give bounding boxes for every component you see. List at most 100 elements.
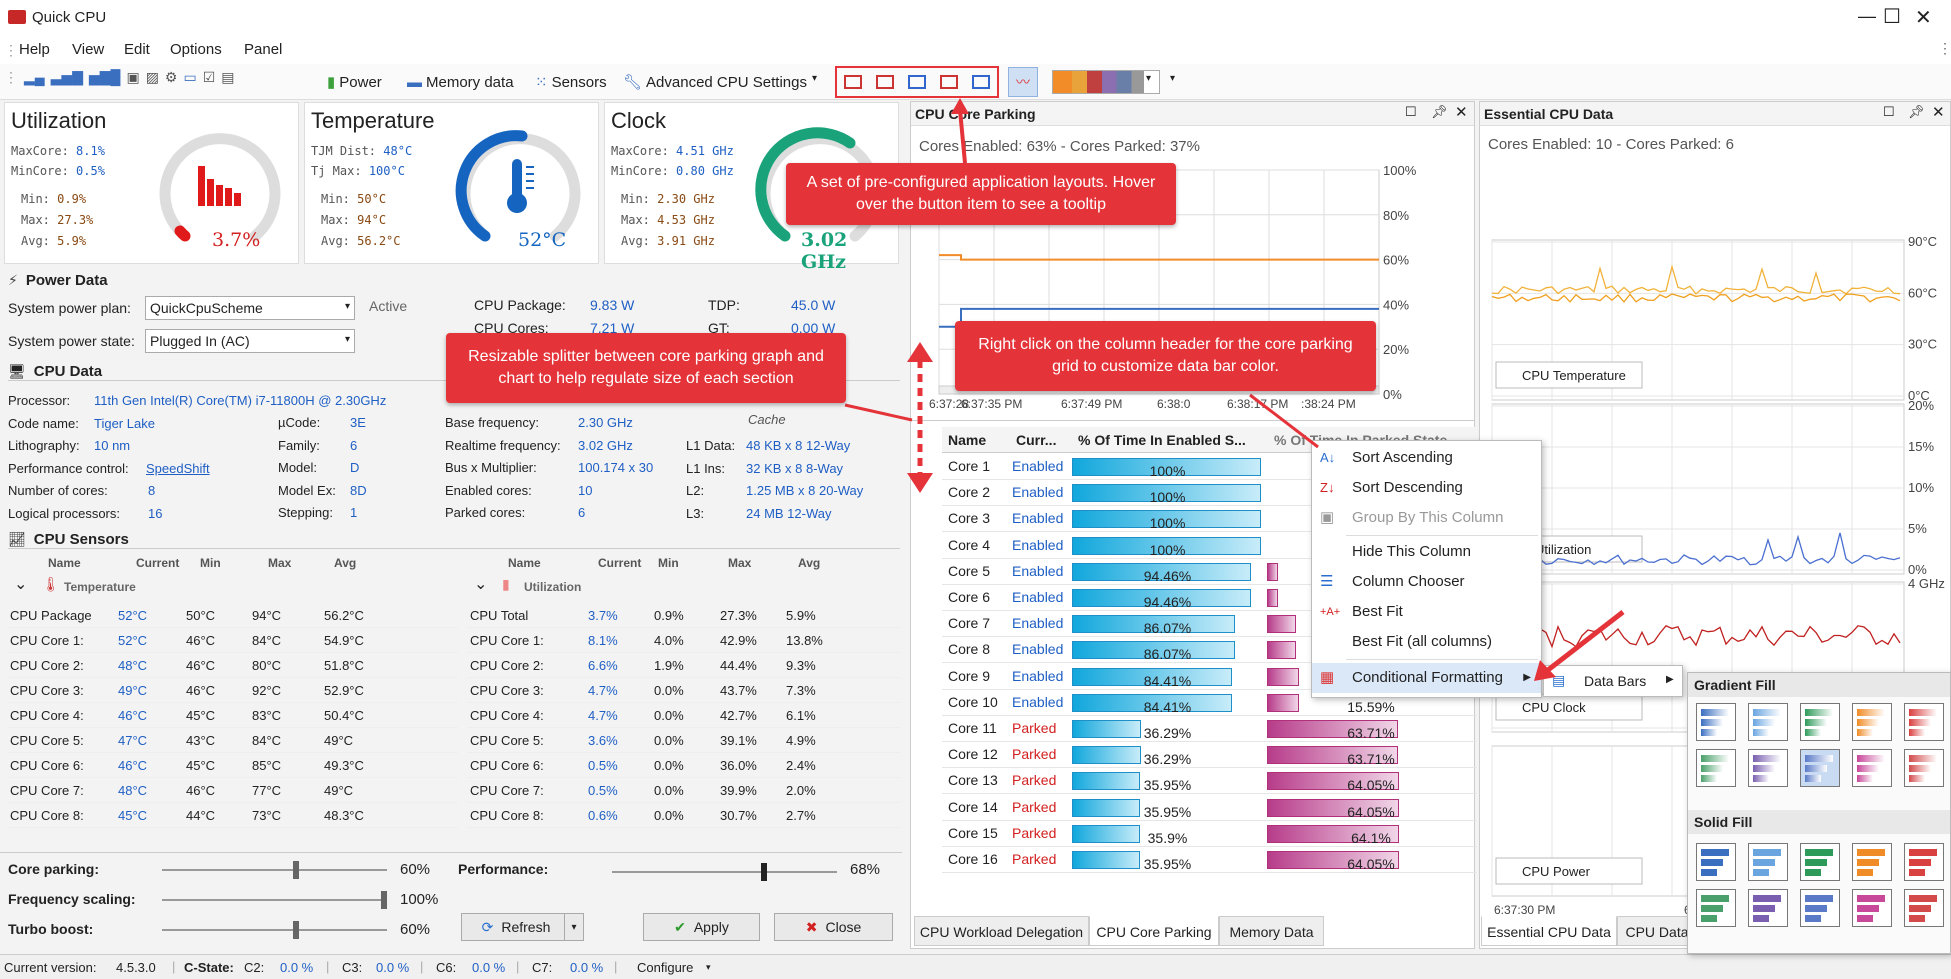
menu-edit[interactable]: Edit xyxy=(124,41,150,58)
tune-icon[interactable]: ⚙ xyxy=(165,69,178,86)
gradient-bar-swatch[interactable] xyxy=(1748,703,1788,741)
layout-1-icon[interactable] xyxy=(844,75,862,89)
slider-thumb[interactable] xyxy=(381,891,387,909)
gradient-bar-swatch[interactable] xyxy=(1696,703,1736,741)
refresh-dropdown[interactable]: ▾ xyxy=(564,913,584,941)
color-theme-picker[interactable] xyxy=(1052,70,1160,94)
sensor-col-header[interactable]: Current xyxy=(598,556,641,570)
maximize-pane-icon[interactable]: ☐ xyxy=(1405,104,1417,120)
gradient-bar-swatch[interactable] xyxy=(1696,749,1736,787)
parking-grid-row[interactable]: Core 11 Parked 36.29% 63.71% xyxy=(942,716,1477,742)
gradient-bar-swatch[interactable] xyxy=(1904,703,1944,741)
solid-bar-swatch[interactable] xyxy=(1696,843,1736,881)
cpu-icon[interactable]: ▣ xyxy=(126,69,139,86)
parking-grid-row[interactable]: Core 15 Parked 35.9% 64.1% xyxy=(942,821,1477,847)
slider-thumb[interactable] xyxy=(293,861,300,879)
advanced-cpu-settings-button[interactable]: 🔧︎ Advanced CPU Settings xyxy=(620,69,810,95)
monitor-icon[interactable]: ▭ xyxy=(183,69,196,86)
sort-ascending-item[interactable]: A↓ Sort Ascending xyxy=(1312,443,1541,473)
tab-core-parking[interactable]: CPU Core Parking xyxy=(1089,916,1219,946)
sort-descending-item[interactable]: Z↓ Sort Descending xyxy=(1312,473,1541,503)
core-parking-slider[interactable] xyxy=(162,861,387,879)
parking-grid-row[interactable]: Core 14 Parked 35.95% 64.05% xyxy=(942,795,1477,821)
parking-grid-row[interactable]: Core 12 Parked 36.29% 63.71% xyxy=(942,742,1477,769)
apply-button[interactable]: ✔ Apply xyxy=(643,913,760,941)
layout-3-icon[interactable] xyxy=(908,75,926,89)
collapse-chevron-icon[interactable]: ⌄ xyxy=(474,574,487,594)
pin-icon[interactable]: 📌︎ xyxy=(1908,104,1925,120)
solid-bar-swatch[interactable] xyxy=(1696,889,1736,927)
close-pane-icon[interactable]: ✕ xyxy=(1932,103,1945,121)
solid-bar-swatch[interactable] xyxy=(1748,889,1788,927)
tab-memory-data[interactable]: Memory Data xyxy=(1219,916,1324,946)
data-bars-item[interactable]: Data Bars xyxy=(1584,673,1646,689)
col-enabled-header[interactable]: % Of Time In Enabled S... xyxy=(1078,432,1246,448)
gradient-bar-swatch[interactable] xyxy=(1748,749,1788,787)
configure-menu[interactable]: Configure xyxy=(637,960,693,975)
bars-high-icon[interactable]: ▅▇█ xyxy=(89,69,120,86)
best-fit-all-item[interactable]: Best Fit (all columns) xyxy=(1312,627,1541,657)
gradient-bar-swatch[interactable] xyxy=(1852,749,1892,787)
refresh-button[interactable]: ⟳ Refresh xyxy=(461,913,571,941)
group-by-column-item[interactable]: ▣ Group By This Column xyxy=(1312,503,1541,533)
minimize-button[interactable]: — xyxy=(1858,6,1876,27)
hide-column-item[interactable]: Hide This Column xyxy=(1312,537,1541,567)
tab-workload-delegation[interactable]: CPU Workload Delegation xyxy=(914,916,1089,946)
layout-4-icon[interactable] xyxy=(940,75,958,89)
menu-panel[interactable]: Panel xyxy=(244,41,282,58)
sensor-col-header[interactable]: Current xyxy=(136,556,179,570)
parking-grid-row[interactable]: Core 13 Parked 35.95% 64.05% xyxy=(942,768,1477,795)
image-icon[interactable]: ▨ xyxy=(146,69,159,86)
collapse-chevron-icon[interactable]: ⌄ xyxy=(14,574,27,594)
slider-thumb[interactable] xyxy=(293,921,300,939)
bars-mid-icon[interactable]: ▃▅▇ xyxy=(51,69,83,86)
solid-bar-swatch[interactable] xyxy=(1748,843,1788,881)
gradient-bar-swatch[interactable] xyxy=(1800,703,1840,741)
close-pane-icon[interactable]: ✕ xyxy=(1455,103,1468,121)
utilization-group-row[interactable]: Utilization xyxy=(524,580,581,594)
parking-grid-row[interactable]: Core 16 Parked 35.95% 64.05% xyxy=(942,847,1477,873)
memory-data-button[interactable]: ▬ Memory data xyxy=(404,69,517,95)
sensor-col-header[interactable]: Name xyxy=(48,556,81,570)
performance-slider[interactable] xyxy=(612,863,837,881)
sensor-col-header[interactable]: Min xyxy=(200,556,221,570)
menu-help[interactable]: Help xyxy=(19,41,50,58)
column-chooser-item[interactable]: ☰ Column Chooser xyxy=(1312,567,1541,597)
chart-toggle-icon[interactable]: 〰 xyxy=(1008,67,1038,97)
sensors-button[interactable]: ⁙ Sensors xyxy=(532,69,610,95)
sensor-col-header[interactable]: Max xyxy=(728,556,751,570)
overflow-icon[interactable]: ⋮ xyxy=(1938,40,1951,57)
close-button[interactable]: ✖ Close xyxy=(774,913,893,941)
sensor-col-header[interactable]: Name xyxy=(508,556,541,570)
close-window-button[interactable]: ✕ xyxy=(1915,5,1932,30)
gradient-bar-swatch[interactable] xyxy=(1800,749,1840,787)
theme-dropdown-icon[interactable]: ▾ xyxy=(1146,73,1151,84)
power-plan-select[interactable]: QuickCpuScheme ▾ xyxy=(145,296,355,320)
toolbar-more-icon[interactable]: ▾ xyxy=(1170,73,1175,84)
notes-icon[interactable]: ▤ xyxy=(221,69,234,86)
power-state-select[interactable]: Plugged In (AC) ▾ xyxy=(145,329,355,353)
layout-2-icon[interactable] xyxy=(876,75,894,89)
sensor-col-header[interactable]: Avg xyxy=(798,556,820,570)
menu-view[interactable]: View xyxy=(72,41,104,58)
maximize-pane-icon[interactable]: ☐ xyxy=(1883,104,1895,120)
solid-bar-swatch[interactable] xyxy=(1852,889,1892,927)
tab-cpu-data[interactable]: CPU Data xyxy=(1617,916,1697,946)
sensor-col-header[interactable]: Max xyxy=(268,556,291,570)
gradient-bar-swatch[interactable] xyxy=(1904,749,1944,787)
solid-bar-swatch[interactable] xyxy=(1800,889,1840,927)
dropdown-arrow-icon[interactable]: ▾ xyxy=(812,73,817,84)
solid-bar-swatch[interactable] xyxy=(1852,843,1892,881)
layout-5-icon[interactable] xyxy=(972,75,990,89)
conditional-formatting-item[interactable]: ▦ Conditional Formatting ▶ xyxy=(1312,663,1541,693)
best-fit-item[interactable]: +A+ Best Fit xyxy=(1312,597,1541,627)
menu-options[interactable]: Options xyxy=(170,41,222,58)
pin-icon[interactable]: 📌︎ xyxy=(1431,104,1448,120)
temperature-group-row[interactable]: Temperature xyxy=(64,580,136,594)
maximize-button[interactable]: ☐ xyxy=(1883,4,1901,29)
col-name-header[interactable]: Name xyxy=(948,432,986,448)
power-button[interactable]: ▮ Power xyxy=(324,69,385,95)
tab-essential-cpu-data[interactable]: Essential CPU Data xyxy=(1481,916,1617,946)
solid-bar-swatch[interactable] xyxy=(1800,843,1840,881)
gradient-bar-swatch[interactable] xyxy=(1852,703,1892,741)
